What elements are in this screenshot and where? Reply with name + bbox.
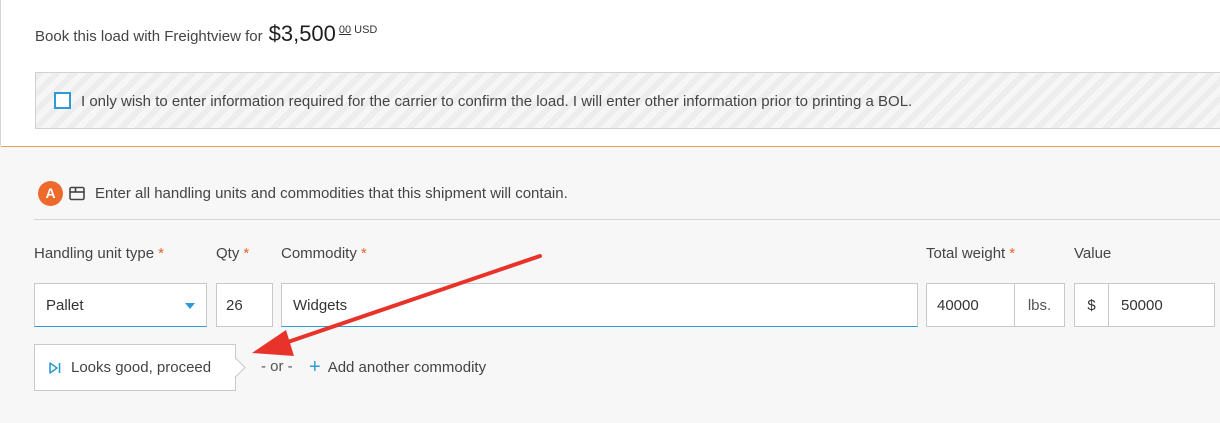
chevron-down-icon [185,303,195,309]
or-separator: - or - [261,358,293,375]
step-badge: A [38,180,63,206]
required-mark: * [158,245,164,262]
commodity-value: Widgets [293,296,348,314]
confirm-only-option: I only wish to enter information require… [35,72,1220,129]
handling-unit-type-label-text: Handling unit type [34,245,155,262]
booking-prefix-text: Book this load with Freightview for [35,28,263,45]
price-currency: USD [354,24,378,36]
value-amount: 50000 [1121,296,1163,314]
weight-unit-label: lbs. [1014,283,1065,327]
confirm-only-label[interactable]: I only wish to enter information require… [81,93,912,110]
skip-forward-icon [48,361,62,375]
required-mark: * [1009,245,1016,262]
value-label: Value [1074,245,1111,262]
total-weight-input[interactable]: 40000 [926,283,1015,327]
section-header: A Enter all handling units and commoditi… [38,180,568,206]
handling-unit-type-select[interactable]: Pallet [34,283,207,327]
total-weight-value: 40000 [937,296,979,314]
commodity-label-text: Commodity [281,245,357,262]
value-input[interactable]: 50000 [1108,283,1215,327]
qty-value: 26 [226,296,243,314]
booking-price-line: Book this load with Freightview for $3,5… [35,18,377,50]
add-commodity-label: Add another commodity [327,358,487,376]
qty-label: Qty * [216,245,249,262]
confirm-only-checkbox[interactable] [54,92,71,109]
commodity-input[interactable]: Widgets [281,283,918,327]
price-amount: $3,500 [268,21,336,46]
booking-panel: Book this load with Freightview for $3,5… [0,0,1220,147]
add-commodity-link[interactable]: + Add another commodity [309,356,486,378]
section-divider [34,219,1220,220]
value-label-text: Value [1074,245,1112,262]
plus-icon: + [309,356,321,378]
box-icon [68,184,86,202]
total-weight-label: Total weight * [926,245,1015,262]
required-mark: * [243,245,250,262]
handling-unit-type-value: Pallet [46,296,84,314]
section-title: Enter all handling units and commodities… [95,184,568,202]
total-weight-label-text: Total weight [926,245,1006,262]
handling-unit-type-label: Handling unit type * [34,245,164,262]
price-cents: 00 [338,24,352,36]
currency-prefix: $ [1074,283,1109,327]
proceed-button[interactable]: Looks good, proceed [34,344,236,391]
qty-label-text: Qty [216,245,240,262]
commodity-label: Commodity * [281,245,367,262]
required-mark: * [360,245,367,262]
proceed-label: Looks good, proceed [71,359,212,376]
qty-input[interactable]: 26 [216,283,273,327]
